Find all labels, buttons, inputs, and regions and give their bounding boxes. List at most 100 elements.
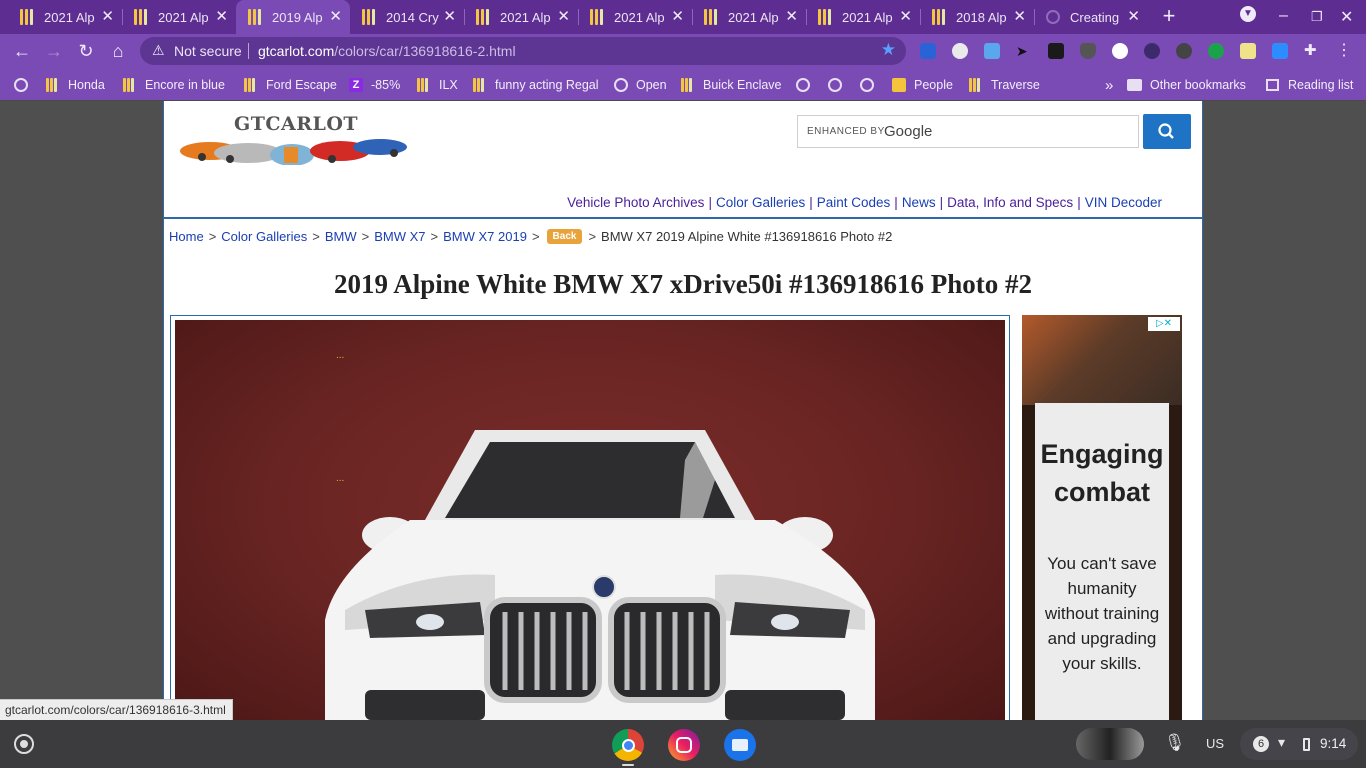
nav-vin-decoder[interactable]: VIN Decoder: [1085, 195, 1162, 210]
status-tray[interactable]: 6 ▾ 9:14: [1240, 728, 1358, 760]
bookmark-item[interactable]: Buick Enclave: [681, 76, 782, 94]
bookmark-item[interactable]: People: [892, 76, 953, 94]
tab-strip: 2021 Alp ✕ 2021 Alp ✕ 2019 Alp ✕ 2014 Cr…: [0, 0, 1366, 34]
bookmark-item[interactable]: [860, 76, 874, 94]
other-bookmarks-folder[interactable]: Other bookmarks: [1127, 76, 1246, 94]
extension-icon[interactable]: [984, 43, 1000, 59]
tab-search-icon[interactable]: ▼: [1240, 6, 1256, 22]
breadcrumb-home[interactable]: Home: [169, 229, 204, 244]
back-arrow-icon[interactable]: ←: [10, 39, 34, 63]
close-icon[interactable]: ✕: [671, 8, 684, 26]
close-icon[interactable]: ✕: [899, 8, 912, 26]
breadcrumb-bmw-x7-2019[interactable]: BMW X7 2019: [443, 229, 527, 244]
browser-tab[interactable]: 2021 Alp ✕: [122, 0, 236, 34]
launcher-icon[interactable]: [14, 734, 34, 754]
security-label[interactable]: Not secure: [174, 43, 242, 59]
bookmark-star-icon[interactable]: ★: [881, 40, 896, 60]
browser-tab[interactable]: 2021 Alp ✕: [578, 0, 692, 34]
close-icon[interactable]: ✕: [785, 8, 798, 26]
bookmark-item[interactable]: Z -85%: [349, 76, 400, 94]
bookmark-item[interactable]: [796, 76, 810, 94]
car-photo[interactable]: ... ... ...: [175, 320, 1005, 720]
close-icon[interactable]: ✕: [557, 8, 570, 26]
browser-tab-active[interactable]: 2019 Alp ✕: [236, 0, 350, 34]
home-icon[interactable]: ⌂: [106, 39, 130, 63]
browser-tab[interactable]: 2014 Cry ✕: [350, 0, 464, 34]
close-icon[interactable]: ✕: [1127, 8, 1140, 26]
browser-tab[interactable]: 2021 Alp ✕: [8, 0, 122, 34]
search-button[interactable]: [1143, 114, 1191, 149]
nav-paint-codes[interactable]: Paint Codes: [817, 195, 891, 210]
extension-icon[interactable]: [952, 43, 968, 59]
ad-card[interactable]: Engaging combat You can't save humanity …: [1035, 403, 1169, 720]
globe-icon: [796, 78, 810, 92]
address-bar[interactable]: ⚠ Not secure gtcarlot.com/colors/car/136…: [140, 37, 906, 65]
menu-kebab-icon[interactable]: ⋮: [1336, 43, 1352, 59]
back-button[interactable]: Back: [546, 229, 583, 244]
shield-extension-icon[interactable]: [1080, 43, 1096, 59]
cursor-extension-icon[interactable]: ➤: [1016, 43, 1032, 59]
bookmark-item[interactable]: Traverse: [969, 76, 1040, 94]
close-icon[interactable]: ✕: [215, 8, 228, 26]
sidebar-ad[interactable]: ▷✕ Engaging combat You can't save humani…: [1022, 315, 1182, 720]
minimize-icon[interactable]: –: [1279, 7, 1288, 25]
bookmark-label: Open: [636, 78, 667, 92]
bookmark-item[interactable]: ILX: [417, 76, 458, 94]
bookmark-item[interactable]: Encore in blue: [123, 76, 225, 94]
breadcrumb-current: BMW X7 2019 Alpine White #136918616 Phot…: [601, 229, 893, 244]
new-tab-button[interactable]: +: [1157, 4, 1181, 28]
bookmark-item[interactable]: Ford Escape: [244, 76, 337, 94]
adchoices-close-icon[interactable]: ▷✕: [1148, 317, 1180, 331]
warning-icon[interactable]: ⚠: [152, 42, 165, 59]
instagram-icon[interactable]: [668, 729, 700, 761]
puzzle-extensions-icon[interactable]: ✚: [1304, 43, 1320, 59]
reading-list-button[interactable]: Reading list: [1266, 76, 1353, 94]
search-input[interactable]: ENHANCED BY Google: [797, 115, 1139, 148]
extension-icon[interactable]: [1144, 43, 1160, 59]
browser-tab[interactable]: Creating ✕: [1034, 0, 1148, 34]
bookmark-item[interactable]: [828, 76, 842, 94]
nav-data-info-specs[interactable]: Data, Info and Specs: [947, 195, 1073, 210]
extension-icon[interactable]: [1240, 43, 1256, 59]
files-icon[interactable]: [724, 729, 756, 761]
logo-cars-graphic: [180, 139, 407, 165]
other-bookmarks-label: Other bookmarks: [1150, 78, 1246, 92]
breadcrumb-color-galleries[interactable]: Color Galleries: [221, 229, 307, 244]
extension-icon[interactable]: [1112, 43, 1128, 59]
browser-tab[interactable]: 2021 Alp ✕: [464, 0, 578, 34]
nav-news[interactable]: News: [902, 195, 936, 210]
breadcrumb-bmw-x7[interactable]: BMW X7: [374, 229, 425, 244]
ime-indicator[interactable]: US: [1206, 736, 1224, 751]
chrome-icon[interactable]: [612, 729, 644, 761]
forward-arrow-icon[interactable]: →: [42, 39, 66, 63]
thumbnail-preview[interactable]: [1076, 728, 1144, 760]
apps-bookmark[interactable]: [14, 76, 28, 94]
close-icon[interactable]: ✕: [1013, 8, 1026, 26]
extension-icon[interactable]: [920, 43, 936, 59]
nav-vehicle-photo-archives[interactable]: Vehicle Photo Archives: [567, 195, 704, 210]
zoom-extension-icon[interactable]: [1272, 43, 1288, 59]
mail-extension-icon[interactable]: [1048, 43, 1064, 59]
close-icon[interactable]: ✕: [101, 8, 114, 26]
bookmark-item[interactable]: funny acting Regal: [473, 76, 599, 94]
bookmark-item[interactable]: Open: [614, 76, 667, 94]
extension-icon[interactable]: [1208, 43, 1224, 59]
bookmark-label: -85%: [371, 78, 401, 92]
bookmark-item[interactable]: Honda: [46, 76, 105, 94]
browser-tab[interactable]: 2018 Alp ✕: [920, 0, 1034, 34]
bookmarks-overflow-chevron[interactable]: »: [1105, 76, 1113, 94]
breadcrumb-bmw[interactable]: BMW: [325, 229, 357, 244]
restore-icon[interactable]: ❐: [1311, 9, 1323, 25]
microphone-icon[interactable]: 🎙: [1164, 733, 1186, 753]
bars-favicon: [704, 9, 718, 25]
close-icon[interactable]: ✕: [329, 8, 342, 26]
browser-tab[interactable]: 2021 Alp ✕: [806, 0, 920, 34]
url-text[interactable]: gtcarlot.com/colors/car/136918616-2.html: [258, 43, 516, 59]
close-window-icon[interactable]: ✕: [1340, 7, 1353, 27]
nav-color-galleries[interactable]: Color Galleries: [716, 195, 805, 210]
reload-icon[interactable]: ↻: [74, 39, 98, 63]
site-logo[interactable]: GTCARLOT: [180, 113, 410, 165]
close-icon[interactable]: ✕: [443, 8, 456, 26]
extension-icon[interactable]: [1176, 43, 1192, 59]
browser-tab[interactable]: 2021 Alp ✕: [692, 0, 806, 34]
